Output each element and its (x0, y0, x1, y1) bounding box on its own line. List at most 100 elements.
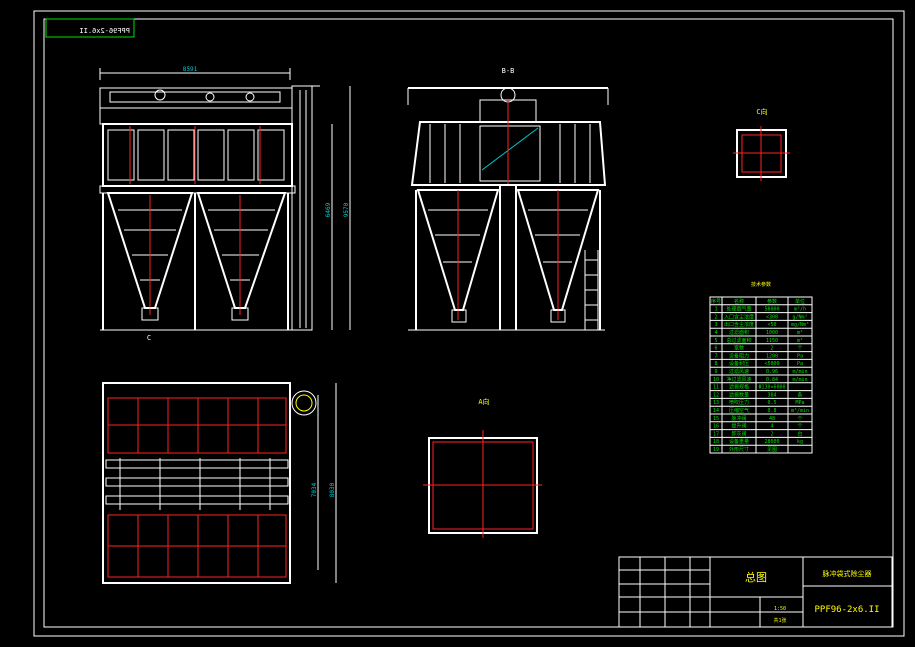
param-table-cell: 9 (714, 369, 717, 375)
param-table-cell: 12 (713, 392, 719, 398)
param-table-cell: 个 (797, 416, 802, 422)
title-drawing-code: PPF96-2x6.II (814, 605, 879, 615)
view-a-title: A向 (478, 397, 489, 406)
param-table-cell: Pa (797, 361, 803, 367)
param-table-cell: 喷吹压力 (729, 399, 749, 406)
param-table-cell: 11 (713, 385, 719, 391)
param-table-cell: <5000 (764, 361, 779, 367)
param-table-cell: 28000 (764, 439, 779, 445)
param-table-cell: 条 (797, 391, 802, 398)
param-table-cell: 过滤面积 (729, 329, 749, 336)
param-table-cell: 滤袋规格 (729, 384, 749, 391)
param-table-cell: m² (797, 330, 803, 336)
param-table-cell: 1150 (766, 338, 778, 344)
front-width-dim: 8591 (183, 66, 198, 73)
param-table-header-cell: 参数 (767, 298, 777, 305)
param-table-cell: g/Nm³ (792, 314, 807, 320)
param-table-cell: 个 (797, 346, 802, 352)
param-table-cell: Φ130×6000 (758, 385, 785, 391)
param-table-cell: 台 (797, 430, 802, 437)
mirrored-code-text: PPF96-2x6.II (79, 27, 130, 35)
param-table-cell: m³/min (791, 408, 809, 414)
param-table-cell: m/min (792, 377, 807, 383)
front-section-mark: C (147, 334, 151, 342)
param-table-cell: Pa (797, 353, 803, 359)
param-table-cell: 15 (713, 416, 719, 422)
param-table-cell: 384 (767, 392, 776, 398)
param-table-cell: 设备阻力 (729, 352, 749, 359)
param-table-header-cell: 序号 (711, 298, 721, 305)
param-table-cell: 2 (714, 314, 717, 320)
detail-c-title: C向 (756, 107, 767, 116)
param-table-cell: 设备耐压 (729, 360, 749, 367)
param-table-cell: 脉冲阀 (731, 415, 746, 422)
cad-drawing: PPF96-2x6.II 8591 6469 9570 C B-B C向 703… (33, 10, 905, 637)
param-table-cell: 14 (713, 408, 719, 414)
param-table-cell: 1 (714, 307, 717, 313)
param-table-cell: 室数 (734, 345, 744, 352)
param-table-cell: 19 (713, 447, 719, 453)
param-table-cell: 入口含尘浓度 (724, 313, 754, 320)
front-height-inner-dim: 6469 (325, 202, 332, 217)
param-table-cell: 0.84 (766, 377, 778, 383)
param-table-cell: 48 (769, 416, 775, 422)
title-block: 总图 脉冲袋式除尘器 PPF96-2x6.II 1:50 共1张 (618, 556, 893, 628)
param-table-body: 序号 名称 参数 单位 1 处理烟气量 58000 m³/h 2 入口含尘浓度 <300 g/Nm³ 3… (709, 296, 813, 454)
param-table-cell: 净过滤风速 (726, 376, 751, 383)
param-table-cell: 0.5 (767, 400, 776, 406)
plan-height-inner-dim: 7034 (311, 482, 318, 497)
param-table-cell: 3 (714, 322, 717, 328)
plan-view: 7034 8030 (102, 382, 337, 584)
param-table-cell: m/min (792, 369, 807, 375)
param-table-cell: 4 (770, 424, 773, 430)
param-table-cell: 2 (770, 431, 773, 437)
param-table-cell: 6 (714, 346, 717, 352)
param-table-cell: 设备重量 (729, 438, 749, 445)
param-table-cell: 7 (714, 353, 717, 359)
param-table-cell: 1200 (766, 353, 778, 359)
title-drawing-name: 总图 (745, 570, 767, 584)
param-table-cell: 见图 (767, 447, 777, 453)
plan-height-outer-dim: 8030 (329, 482, 336, 497)
param-table-cell: 13 (713, 400, 719, 406)
param-table-cell: m³/h (794, 307, 806, 313)
param-table-cell: 个 (797, 424, 802, 430)
param-table-cell: 过滤风速 (729, 368, 749, 375)
title-product-name: 脉冲袋式除尘器 (823, 569, 872, 578)
title-scale: 1:50 (774, 606, 786, 612)
param-table-cell: kg (797, 439, 803, 445)
param-table-cell: 0.96 (766, 369, 778, 375)
param-table-cell: 出口含尘浓度 (724, 321, 754, 328)
param-table-cell: 17 (713, 431, 719, 437)
param-table-cell: <300 (766, 314, 778, 320)
param-table-cell: 58000 (764, 307, 779, 313)
detail-c-view: C向 (733, 107, 790, 181)
view-a: A向 (423, 397, 542, 538)
title-sheet: 共1张 (773, 617, 786, 624)
param-table-cell: 滤袋数量 (729, 391, 749, 398)
param-table-cell: m² (797, 338, 803, 344)
param-table-cell: 0.8 (767, 408, 776, 414)
param-table-cell: 10 (713, 377, 719, 383)
param-table-cell: 总过滤面积 (726, 337, 751, 344)
param-table-cell: 4 (714, 330, 717, 336)
param-table-cell: <50 (767, 322, 776, 328)
param-table-cell: 卸灰阀 (731, 430, 746, 437)
param-table-header-cell: 单位 (795, 298, 805, 305)
param-table-cell: 处理烟气量 (726, 306, 751, 313)
front-height-outer-dim: 9570 (343, 202, 350, 217)
section-bb-view: B-B (407, 67, 609, 331)
param-table-cell: 外形尺寸 (729, 446, 749, 453)
param-table-cell: 1000 (766, 330, 778, 336)
mirrored-code-tag: PPF96-2x6.II (45, 18, 135, 38)
front-view: 8591 6469 9570 C (99, 66, 351, 342)
param-table-cell: 提升阀 (731, 423, 746, 430)
param-table-cell: 8 (714, 361, 717, 367)
param-table-cell: mg/Nm³ (791, 322, 809, 328)
param-table-cell: MPa (795, 400, 804, 406)
param-table-cell: 压缩空气 (729, 407, 749, 414)
section-bb-title: B-B (502, 67, 515, 75)
param-table-cell: 18 (713, 439, 719, 445)
param-table-cell: 2 (770, 346, 773, 352)
param-table: 技术参数 序号 名称 参数 单位 1 处理烟气量 58000 m³/h 2 入口含尘浓度 <300 g… (709, 281, 813, 454)
